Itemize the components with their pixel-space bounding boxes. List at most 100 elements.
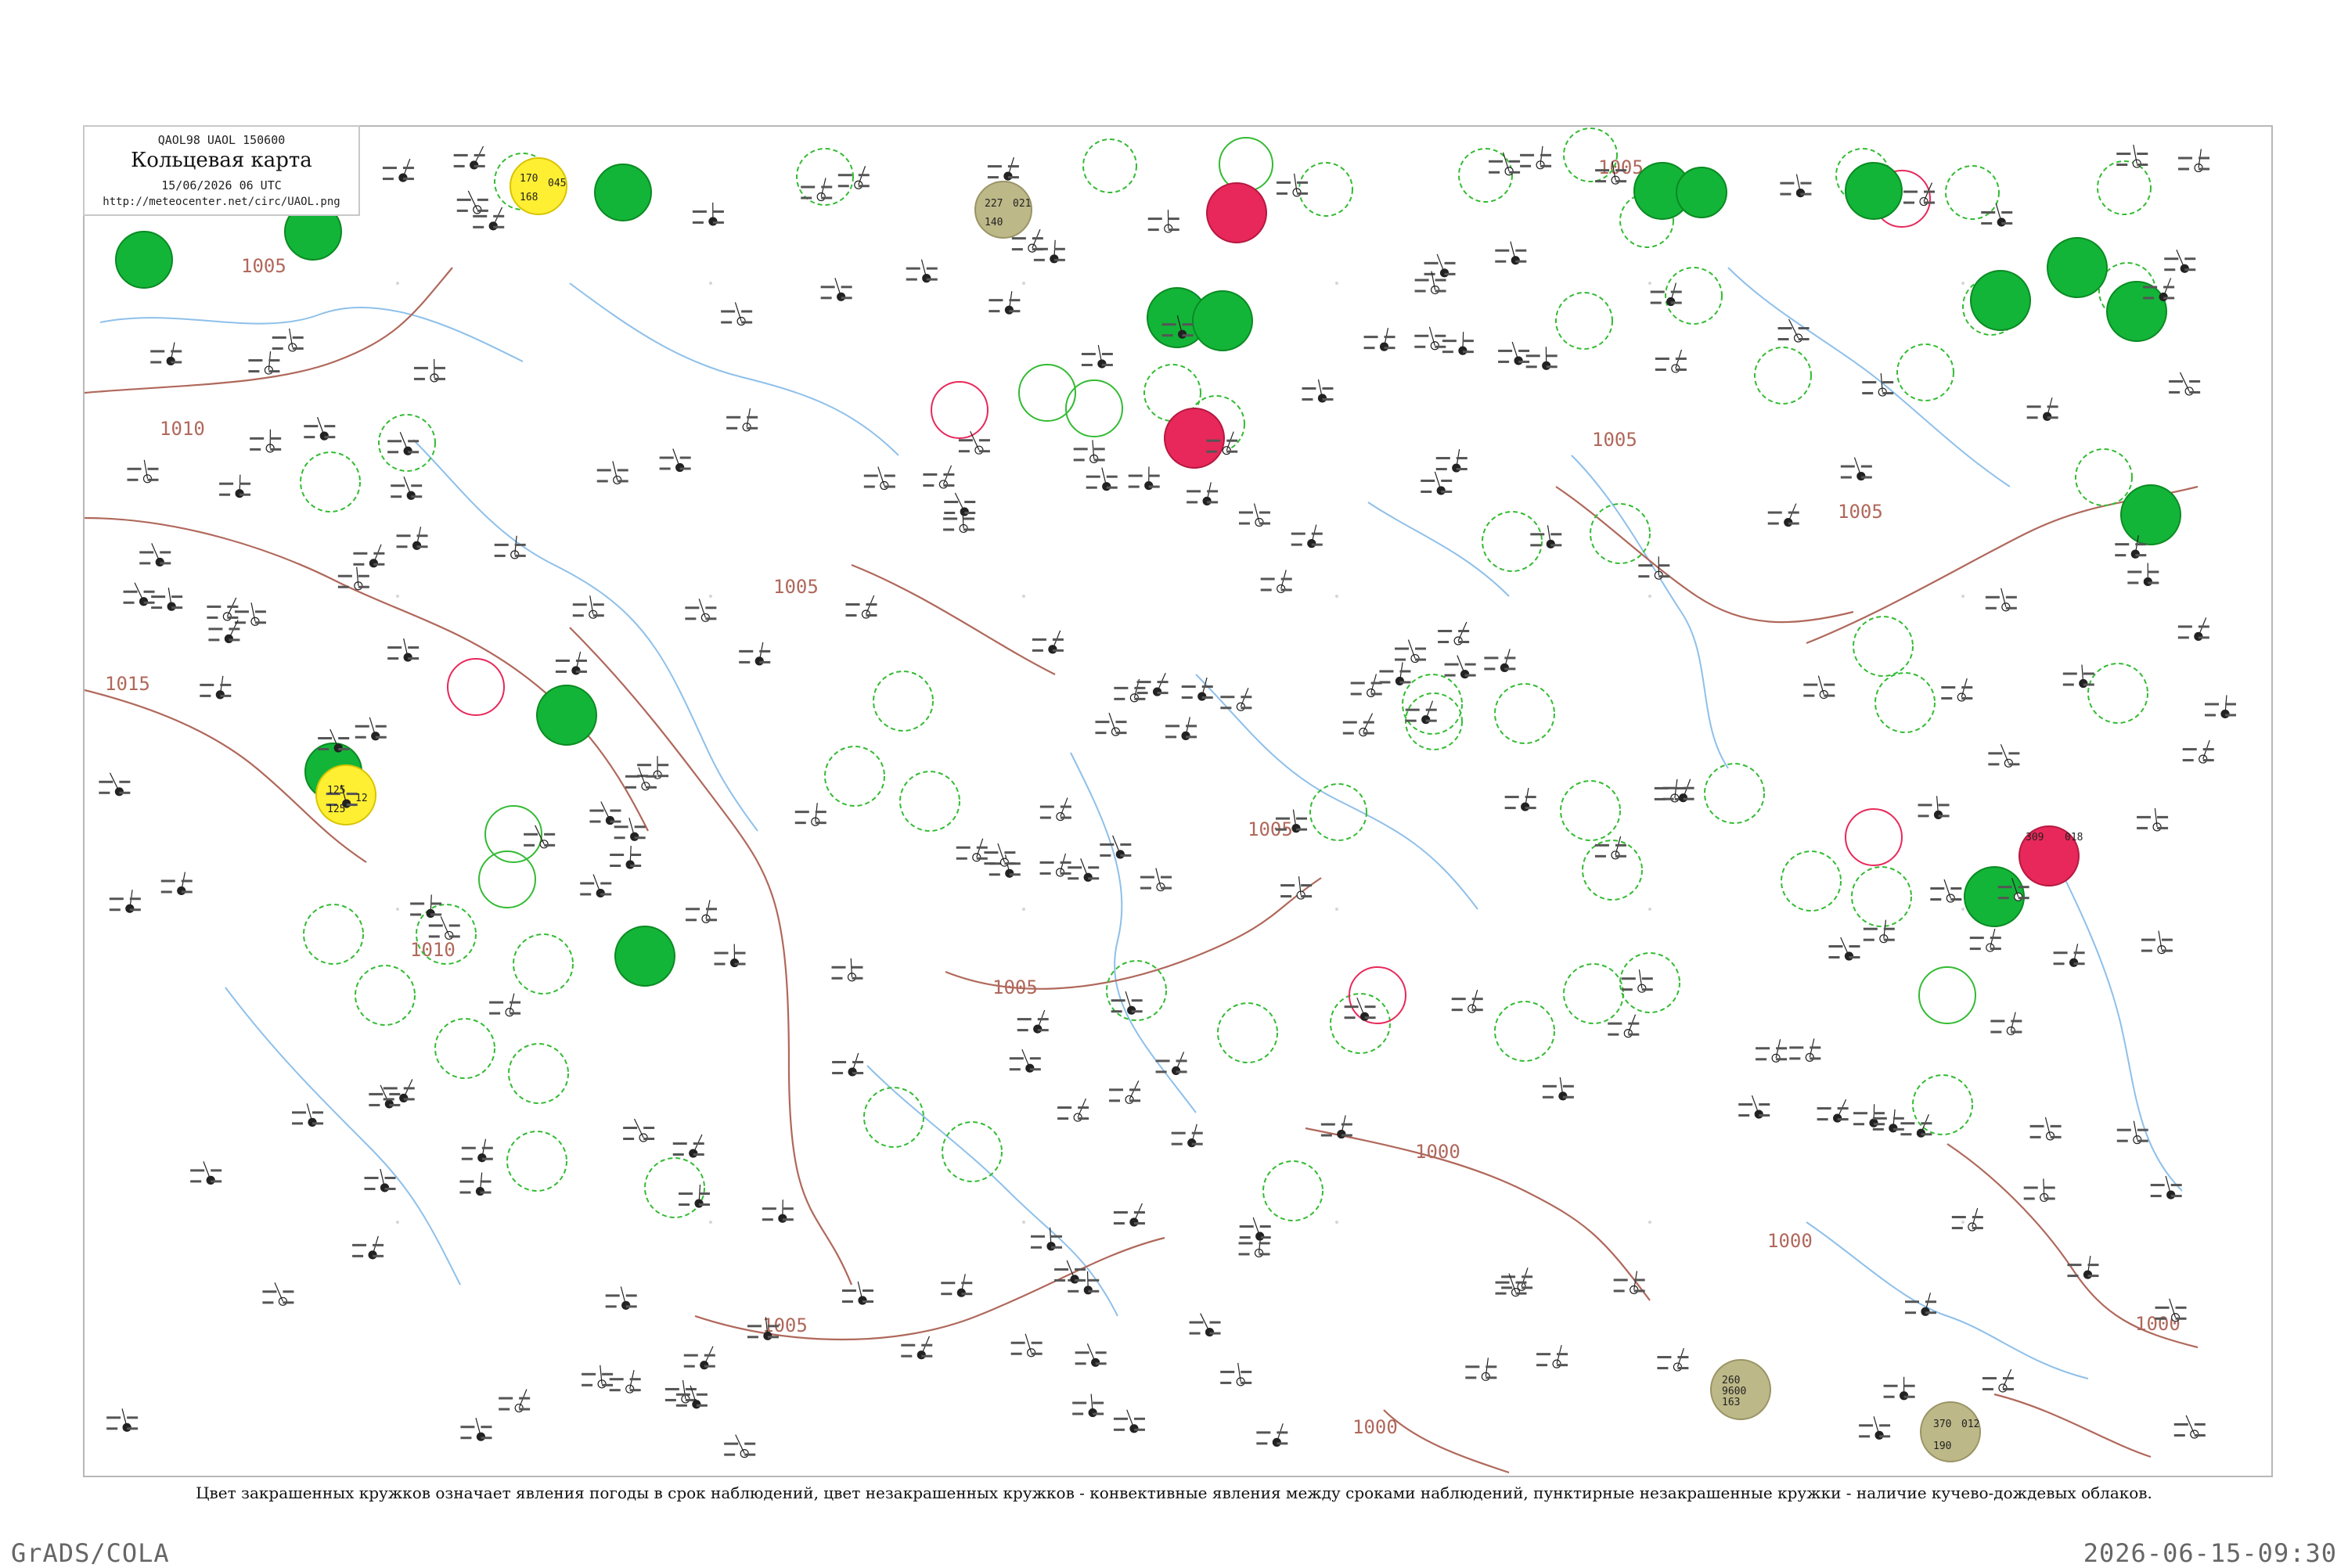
station-plot: [2205, 695, 2236, 717]
station-plot: [2027, 397, 2058, 420]
station-value-mark: [1186, 735, 1197, 738]
station-value-mark: [1226, 451, 1237, 453]
station-value-mark: [1341, 1124, 1352, 1126]
station-value-mark: [1187, 490, 1201, 492]
station-plot: [219, 475, 250, 498]
cloud-cover-glyph: [470, 161, 478, 169]
station-value-mark: [646, 786, 657, 789]
station-plot: [580, 874, 611, 897]
station-plot: [1190, 1314, 1221, 1336]
station-value-mark: [646, 775, 657, 778]
station-value-mark: [747, 427, 758, 430]
station-value-mark: [1595, 855, 1606, 858]
station-value-mark: [979, 450, 990, 452]
station-value-mark: [2184, 257, 2195, 260]
station-value-mark: [1424, 262, 1439, 264]
station-value-mark: [510, 1002, 520, 1004]
station-value-mark: [352, 1255, 363, 1257]
station-value-mark: [1658, 564, 1669, 566]
station-value-mark: [338, 737, 349, 739]
station-value-mark: [1496, 1293, 1507, 1295]
station-value-mark: [414, 378, 425, 380]
map-canvas: 1005 1010 1015 1005 1005 1005 1005 1010 …: [85, 127, 2271, 1476]
station-value-mark: [1078, 1106, 1089, 1109]
station-value-mark: [1379, 670, 1393, 672]
station-value-mark: [1161, 876, 1172, 879]
station-value-mark: [2011, 1030, 2022, 1033]
station-plot: [1187, 482, 1218, 505]
map-url[interactable]: http://meteocenter.net/circ/UAOL.png: [85, 196, 358, 208]
station-value-mark: [1321, 1135, 1332, 1137]
station-plot: [429, 916, 460, 939]
station-value-mark: [429, 935, 440, 937]
station-value-mark: [1004, 851, 1015, 854]
station-value-mark: [1095, 721, 1109, 723]
station-value-mark: [1322, 387, 1333, 390]
station-value-mark: [1799, 327, 1810, 329]
station-value-mark: [1297, 192, 1308, 195]
station-value-mark: [1031, 1235, 1045, 1238]
station-value-mark: [1239, 1253, 1250, 1255]
station-value-mark: [2225, 714, 2236, 716]
station-value-mark: [481, 1437, 492, 1439]
station-value-mark: [449, 924, 460, 926]
station-value-mark: [1504, 667, 1515, 670]
station-plot: [1526, 347, 1558, 369]
station-value-mark: [1061, 872, 1071, 875]
station-value-mark: [1638, 575, 1649, 577]
station-value-mark: [211, 1169, 221, 1171]
station-value-mark: [2205, 703, 2219, 705]
station-value-mark: [759, 661, 770, 664]
station-value-mark: [1859, 1424, 1873, 1426]
station-plot: [161, 872, 193, 894]
station-value-mark: [1930, 898, 1941, 901]
station-value-mark: [1990, 1030, 2001, 1033]
station-plot: [1864, 920, 1895, 943]
station-value-mark: [255, 610, 266, 613]
station-value-mark: [852, 977, 862, 980]
station-value-mark: [1161, 887, 1172, 890]
station-plot: [1172, 1124, 1203, 1147]
station-temp: 260: [1722, 1375, 1740, 1386]
station-value-mark: [1651, 291, 1665, 293]
station-plot: [2054, 944, 2085, 966]
station-value-mark: [1550, 544, 1561, 546]
station-plot: [1817, 1099, 1849, 1122]
station-plot: [235, 602, 266, 625]
station-value-mark: [403, 178, 414, 180]
station-value-mark: [852, 966, 862, 969]
station-value-mark: [1011, 1342, 1025, 1344]
station-value-mark: [1817, 1118, 1828, 1120]
station-value-mark: [524, 833, 538, 836]
station-value-mark: [2115, 554, 2126, 556]
station-plot: [353, 545, 384, 567]
station-plot: [250, 430, 281, 452]
station-plot: [2141, 931, 2173, 954]
station-value-mark: [676, 1394, 690, 1396]
station-value-mark: [1256, 1431, 1270, 1433]
station-value-mark: [988, 165, 1002, 167]
station-value-mark: [1399, 670, 1410, 672]
station-value-mark: [1543, 1096, 1554, 1099]
station-value-mark: [1134, 698, 1145, 700]
station-value-mark: [387, 646, 402, 649]
station-value-mark: [1040, 817, 1051, 819]
station-value-mark: [1072, 1413, 1083, 1415]
station-value-mark: [1628, 1023, 1639, 1025]
station-value-mark: [1595, 180, 1606, 182]
station-value-mark: [1190, 1322, 1204, 1324]
station-value-mark: [1114, 687, 1128, 689]
station-value-mark: [630, 1389, 641, 1391]
station-value-mark: [150, 350, 164, 352]
station-value-mark: [626, 1294, 637, 1296]
station-value-mark: [1296, 829, 1307, 831]
fog-filled-circles: [316, 158, 567, 825]
station-value-mark: [832, 1061, 846, 1063]
station-value-mark: [2199, 168, 2209, 171]
station-plot: [1930, 879, 1961, 902]
station-value-mark: [1952, 1227, 1963, 1229]
station-plot: [606, 1286, 637, 1309]
station-value-mark: [1436, 468, 1447, 470]
station-value-mark: [2155, 1307, 2170, 1309]
station-value-mark: [593, 603, 604, 606]
